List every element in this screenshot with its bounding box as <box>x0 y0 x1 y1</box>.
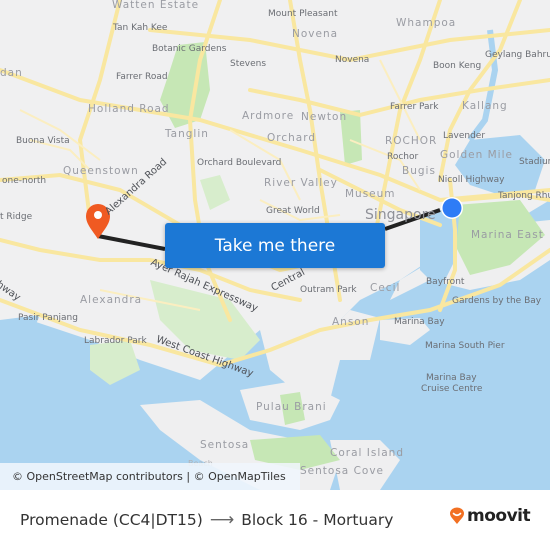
map-label-gardens-by-the-bay: Gardens by the Bay <box>452 296 542 306</box>
map-label-buona-vista: Buona Vista <box>16 136 70 146</box>
map-label-watten-estate: Watten Estate <box>112 0 200 11</box>
map-label-geylang-bahru: Geylang Bahru <box>485 50 550 60</box>
map-label-ardmore: Ardmore <box>242 110 295 122</box>
map-label-bugis: Bugis <box>402 165 436 177</box>
dempsey-park <box>200 175 230 210</box>
map-label-coral-island: Coral Island <box>330 447 405 459</box>
map-label-cecil: Cecil <box>370 282 401 294</box>
take-me-there-button[interactable]: Take me there <box>165 223 385 268</box>
attribution-text[interactable]: © OpenStreetMap contributors | © OpenMap… <box>12 470 286 483</box>
origin-marker-icon <box>441 197 463 219</box>
map-label-queenstown: Queenstown <box>63 165 139 177</box>
map-label-nicoll-highway: Nicoll Highway <box>438 175 505 185</box>
map-label-lavender: Lavender <box>443 131 486 141</box>
map-label-marina-south-pier: Marina South Pier <box>425 341 505 351</box>
map-label-sentosa-cove: Sentosa Cove <box>300 465 384 477</box>
map-attribution[interactable]: © OpenStreetMap contributors | © OpenMap… <box>0 463 300 490</box>
map-label-rochor: Rochor <box>387 152 419 162</box>
map-label-orchard: Orchard <box>267 132 317 144</box>
moovit-wordmark: moovit <box>467 506 531 526</box>
map-label-tan-kah-kee: Tan Kah Kee <box>113 23 168 33</box>
map-label-bayfront: Bayfront <box>426 277 465 287</box>
map-label-great-world: Great World <box>266 206 320 216</box>
map-label-pulau-brani: Pulau Brani <box>256 401 327 413</box>
map-label-alexandra: Alexandra <box>80 294 143 306</box>
map-label-newton: Newton <box>301 111 348 123</box>
route-summary: Promenade (CC4|DT15) ⟶ Block 16 - Mortua… <box>20 510 393 530</box>
map-label-boon-keng: Boon Keng <box>433 61 482 71</box>
map-label-mount-pleasant: Mount Pleasant <box>268 9 338 19</box>
route-line <box>97 234 166 251</box>
map-label-marina-bay: Marina Bay <box>394 317 445 327</box>
map-label-whampoa: Whampoa <box>396 17 457 29</box>
map-label-cruise-centre-1: Marina Bay <box>426 373 477 383</box>
map-label-labrador-park: Labrador Park <box>84 336 147 346</box>
map-label-kent-ridge: t Ridge <box>0 212 33 222</box>
map-label-stevens: Stevens <box>230 59 267 69</box>
map-label-tanjong-rhu: Tanjong Rhu <box>498 191 550 201</box>
map-label-outram-park: Outram Park <box>300 285 357 295</box>
map-label-tanglin: Tanglin <box>165 128 209 140</box>
map-label-museum: Museum <box>345 188 396 200</box>
map-label-holland-road: Holland Road <box>88 103 170 115</box>
map-label-botanic-gardens: Botanic Gardens <box>152 44 227 54</box>
arrow-right-icon: ⟶ <box>209 510 235 530</box>
map-label-kallang: Kallang <box>462 100 508 112</box>
map-view[interactable]: Watten Estate Tan Kah Kee Botanic Garden… <box>0 0 550 490</box>
map-label-golden-mile: Golden Mile <box>440 149 513 161</box>
map-label-orchard-boulevard: Orchard Boulevard <box>197 158 282 168</box>
map-label-novena-district: Novena <box>292 28 339 40</box>
map-label-anson: Anson <box>332 316 370 328</box>
map-label-singapore: Singapore <box>365 207 436 223</box>
map-label-stadium: Stadium <box>519 157 550 167</box>
map-label-dan: dan <box>0 67 23 79</box>
destination-name: Block 16 - Mortuary <box>241 511 394 529</box>
map-label-farrer-park: Farrer Park <box>390 102 439 112</box>
map-label-cruise-centre-2: Cruise Centre <box>421 384 483 394</box>
map-label-river-valley: River Valley <box>264 177 338 189</box>
moovit-pin-icon <box>450 507 464 524</box>
moovit-logo[interactable]: moovit <box>449 506 531 526</box>
map-label-sentosa: Sentosa <box>200 439 250 451</box>
map-label-novena: Novena <box>335 55 370 65</box>
map-label-marina-east: Marina East <box>471 229 544 241</box>
origin-name: Promenade (CC4|DT15) <box>20 511 203 529</box>
map-label-farrer-road: Farrer Road <box>116 72 168 82</box>
map-label-rochor-district: ROCHOR <box>385 135 438 147</box>
map-label-pasir-panjang: Pasir Panjang <box>18 313 78 323</box>
map-label-one-north: one-north <box>2 176 47 186</box>
